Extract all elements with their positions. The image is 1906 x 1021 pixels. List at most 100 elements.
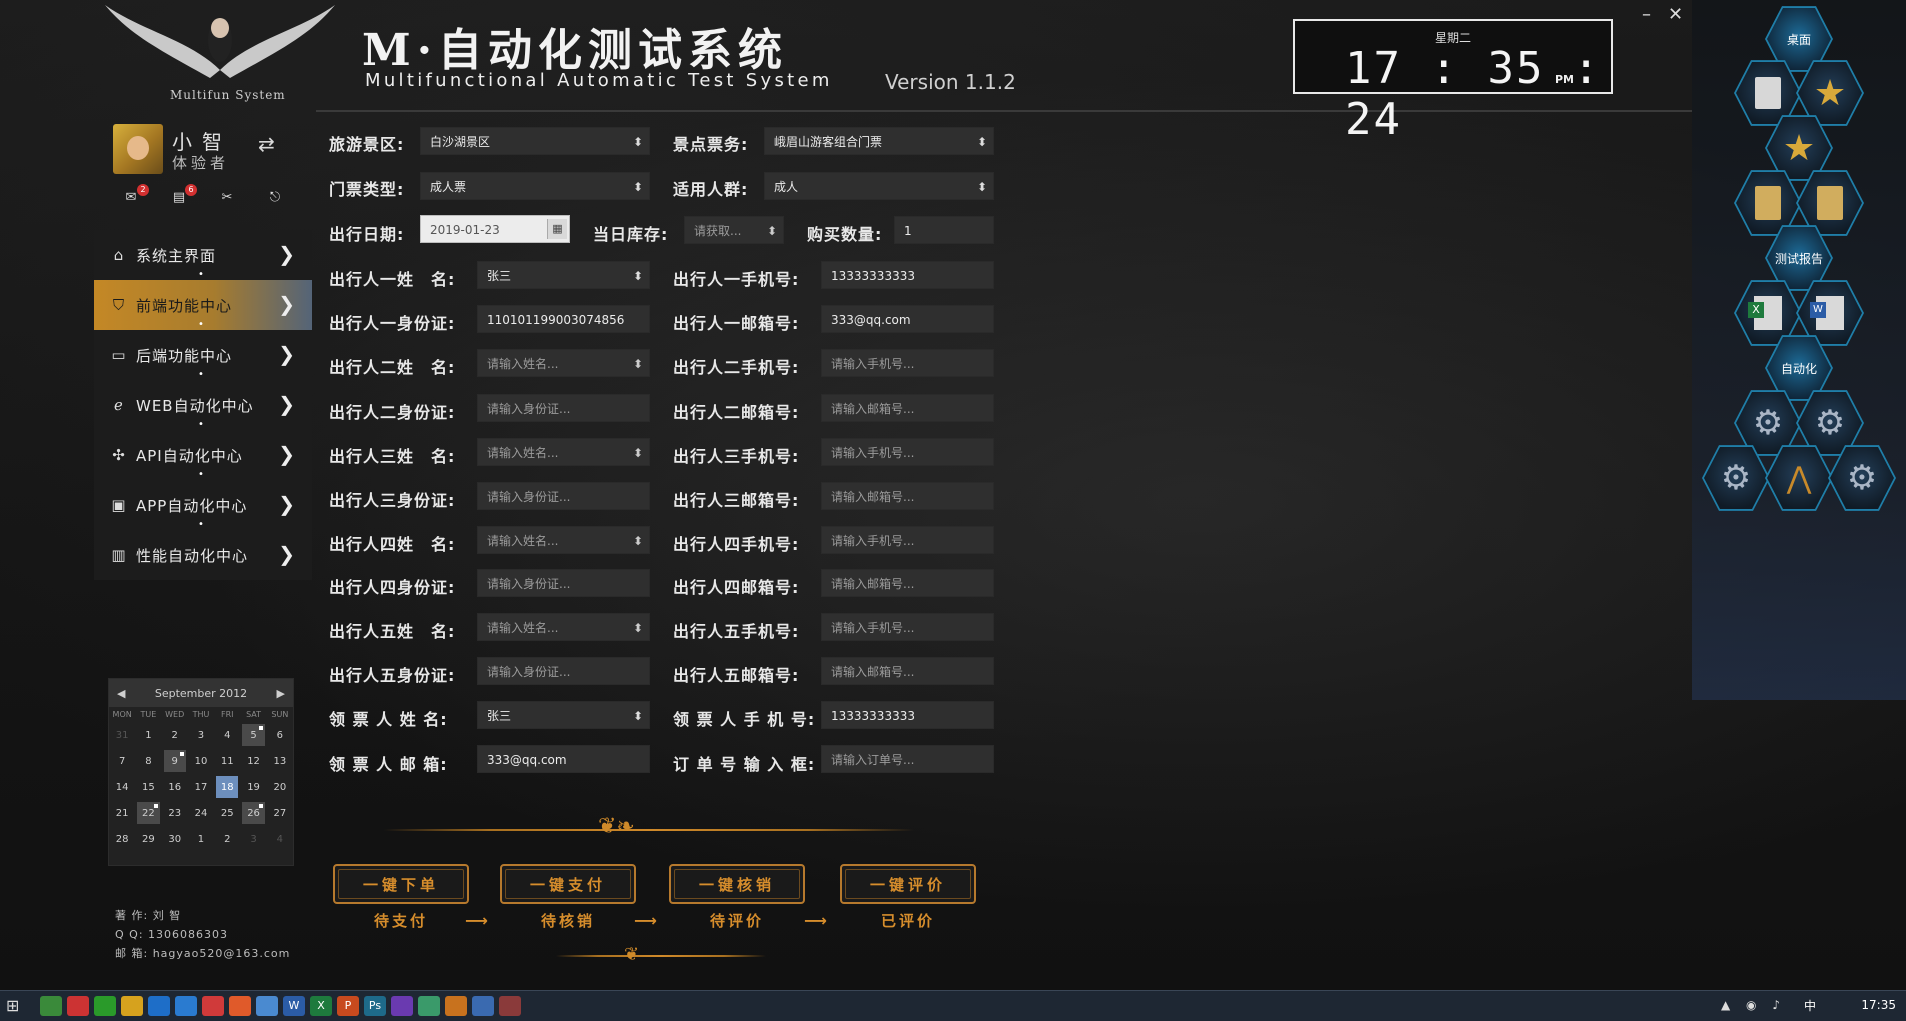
calendar-day[interactable]: 3 [242, 828, 264, 850]
traveler2-email-input[interactable]: 请输入邮箱号... [821, 394, 994, 422]
traveler3-phone-input[interactable]: 请输入手机号... [821, 438, 994, 466]
scenic-select[interactable]: 白沙湖景区 [420, 127, 650, 155]
traveler4-email-input[interactable]: 请输入邮箱号... [821, 569, 994, 597]
traveler5-name-select[interactable]: 请输入姓名... [477, 613, 650, 641]
traveler3-id-input[interactable]: 请输入身份证... [477, 482, 650, 510]
prev-month-icon[interactable]: ◀ [117, 687, 125, 700]
calendar-icon[interactable]: ▦ [547, 219, 567, 239]
calendar-day[interactable]: 1 [190, 828, 212, 850]
app-icon[interactable] [499, 996, 521, 1016]
calendar-day[interactable]: 9 [163, 750, 186, 772]
calendar-day[interactable]: 21 [111, 802, 133, 824]
switch-user-icon[interactable]: ⇄ [258, 132, 275, 156]
traveler3-email-input[interactable]: 请输入邮箱号... [821, 482, 994, 510]
receiver-name-select[interactable]: 张三 [477, 701, 650, 729]
stock-select[interactable]: 请获取... [684, 216, 784, 244]
order-input[interactable]: 请输入订单号... [821, 745, 994, 773]
app-icon[interactable] [202, 996, 224, 1016]
app-icon[interactable] [121, 996, 143, 1016]
verify-button[interactable]: 一键核销 [669, 864, 805, 904]
traveler2-phone-input[interactable]: 请输入手机号... [821, 349, 994, 377]
calendar-day[interactable]: 29 [137, 828, 159, 850]
traveler2-id-input[interactable]: 请输入身份证... [477, 394, 650, 422]
browser-icon[interactable] [148, 996, 170, 1016]
tasks-icon[interactable]: ▤ 6 [168, 184, 197, 210]
next-month-icon[interactable]: ▶ [277, 687, 285, 700]
calendar-day[interactable]: 30 [164, 828, 186, 850]
powerpoint-icon[interactable]: P [337, 996, 359, 1016]
calendar-day[interactable]: 25 [216, 802, 238, 824]
calendar-day[interactable]: 15 [137, 776, 159, 798]
avatar[interactable] [113, 124, 163, 174]
calendar-day[interactable]: 4 [216, 724, 238, 746]
calendar-day[interactable]: 31 [111, 724, 133, 746]
traveler3-name-select[interactable]: 请输入姓名... [477, 438, 650, 466]
calendar-day[interactable]: 24 [190, 802, 212, 824]
calendar-day[interactable]: 1 [137, 724, 159, 746]
calendar-day[interactable]: 3 [190, 724, 212, 746]
traveler5-email-input[interactable]: 请输入邮箱号... [821, 657, 994, 685]
traveler1-id-input[interactable]: 110101199003074856 [477, 305, 650, 333]
calendar-day[interactable]: 4 [269, 828, 291, 850]
review-button[interactable]: 一键评价 [840, 864, 976, 904]
place-order-button[interactable]: 一键下单 [333, 864, 469, 904]
input-method[interactable]: 中 [1804, 997, 1816, 1014]
calendar-day[interactable]: 22 [137, 802, 160, 824]
calendar-day[interactable]: 16 [164, 776, 186, 798]
photoshop-icon[interactable]: Ps [364, 996, 386, 1016]
calendar-day[interactable]: 7 [111, 750, 133, 772]
calendar-day[interactable]: 10 [190, 750, 212, 772]
calendar-day[interactable]: 18 [216, 776, 239, 798]
calendar-day[interactable]: 6 [269, 724, 291, 746]
calendar-day[interactable]: 8 [137, 750, 159, 772]
traveler4-name-select[interactable]: 请输入姓名... [477, 526, 650, 554]
wechat-icon[interactable] [94, 996, 116, 1016]
calendar-day[interactable]: 14 [111, 776, 133, 798]
app-icon[interactable] [391, 996, 413, 1016]
calendar-day[interactable]: 20 [269, 776, 291, 798]
traveler1-phone-input[interactable]: 13333333333 [821, 261, 994, 289]
qq-icon[interactable] [67, 996, 89, 1016]
logout-icon[interactable]: ⎋ [264, 190, 286, 210]
system-tray-icons[interactable]: ▲ ◉ ♪ [1721, 998, 1786, 1012]
minimize-button[interactable]: – [1642, 4, 1651, 25]
calendar-day[interactable]: 26 [242, 802, 265, 824]
calendar-day[interactable]: 11 [216, 750, 238, 772]
ticket-type-select[interactable]: 成人票 [420, 172, 650, 200]
receiver-email-input[interactable]: 333@qq.com [477, 745, 650, 773]
calendar-day[interactable]: 2 [164, 724, 186, 746]
traveler2-name-select[interactable]: 请输入姓名... [477, 349, 650, 377]
calendar-day[interactable]: 5 [242, 724, 265, 746]
calendar-day[interactable]: 13 [269, 750, 291, 772]
receiver-phone-input[interactable]: 13333333333 [821, 701, 994, 729]
app-icon[interactable] [175, 996, 197, 1016]
calendar-day[interactable]: 19 [242, 776, 264, 798]
app-icon[interactable] [40, 996, 62, 1016]
calendar-day[interactable]: 17 [190, 776, 212, 798]
sidebar-item-performance[interactable]: ▥ 性能自动化中心 ❯ [94, 519, 312, 580]
ticket-service-select[interactable]: 峨眉山游客组合门票 [764, 127, 994, 155]
inbox-icon[interactable]: ✉ 2 [120, 184, 149, 210]
firefox-icon[interactable] [229, 996, 251, 1016]
calendar-day[interactable]: 28 [111, 828, 133, 850]
date-picker[interactable]: 2019-01-23 ▦ [420, 215, 570, 243]
word-icon[interactable]: W [283, 996, 305, 1016]
quantity-input[interactable]: 1 [894, 216, 994, 244]
calendar-day[interactable]: 27 [269, 802, 291, 824]
crowd-select[interactable]: 成人 [764, 172, 994, 200]
calendar-day[interactable]: 2 [216, 828, 238, 850]
calendar-day[interactable]: 12 [242, 750, 264, 772]
traveler4-phone-input[interactable]: 请输入手机号... [821, 526, 994, 554]
traveler4-id-input[interactable]: 请输入身份证... [477, 569, 650, 597]
traveler5-id-input[interactable]: 请输入身份证... [477, 657, 650, 685]
excel-icon[interactable]: X [310, 996, 332, 1016]
close-button[interactable]: ✕ [1668, 4, 1683, 25]
app-icon[interactable] [418, 996, 440, 1016]
traveler5-phone-input[interactable]: 请输入手机号... [821, 613, 994, 641]
tools-icon[interactable]: ✂ [216, 190, 238, 210]
traveler1-email-input[interactable]: 333@qq.com [821, 305, 994, 333]
chrome-icon[interactable] [256, 996, 278, 1016]
app-icon[interactable] [445, 996, 467, 1016]
app-icon[interactable] [472, 996, 494, 1016]
pay-button[interactable]: 一键支付 [500, 864, 636, 904]
